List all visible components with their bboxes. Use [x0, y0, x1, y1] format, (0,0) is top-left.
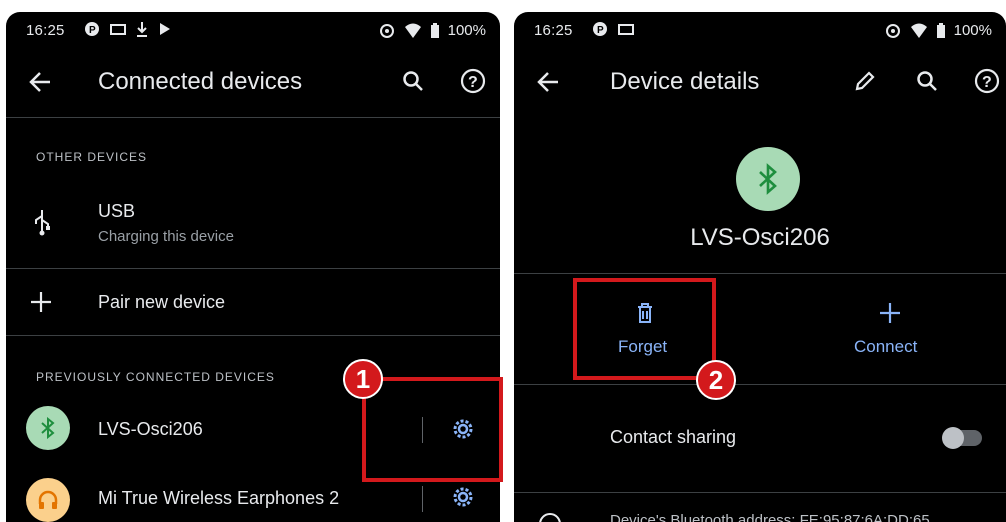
contact-sharing-toggle[interactable] [942, 427, 982, 449]
divider [514, 384, 1006, 385]
status-time: 16:25 [26, 22, 65, 39]
divider [6, 268, 500, 269]
help-icon[interactable]: ? [974, 68, 1000, 99]
app-bar: Device details ? [514, 52, 1006, 116]
connect-label: Connect [854, 337, 918, 356]
app-bar: Connected devices ? [6, 52, 500, 116]
notification-icons: P [84, 21, 172, 37]
svg-text:?: ? [468, 74, 478, 91]
usb-subtitle: Charging this device [98, 228, 234, 245]
cast-notification-icon [618, 24, 634, 35]
section-other-devices: OTHER DEVICES [36, 150, 148, 164]
svg-text:P: P [89, 25, 96, 36]
plus-icon [30, 291, 52, 318]
help-icon[interactable]: ? [460, 68, 486, 99]
divider [514, 492, 1006, 493]
highlight-box-settings [362, 377, 503, 482]
app-notification-icon: P [85, 22, 99, 36]
device-details-screen: 16:25 P 100% Device details ? LVS-Osci20… [514, 12, 1006, 522]
step-badge-1: 1 [343, 359, 383, 399]
battery-icon [936, 22, 945, 38]
divider [6, 335, 500, 336]
battery-icon [430, 22, 439, 38]
status-time: 16:25 [534, 22, 573, 39]
bluetooth-icon [736, 147, 800, 211]
page-title: Device details [610, 68, 760, 95]
device-name: LVS-Osci206 [98, 419, 203, 439]
contact-sharing-label: Contact sharing [610, 427, 737, 447]
usb-title: USB [98, 201, 136, 221]
search-icon[interactable] [916, 70, 938, 97]
divider [514, 273, 1006, 274]
step-badge-2: 2 [696, 360, 736, 400]
search-icon[interactable] [402, 70, 424, 97]
status-bar: 16:25 P 100% [514, 12, 1006, 48]
status-right: 100% [884, 22, 992, 39]
back-arrow-icon[interactable] [28, 64, 52, 101]
rotate-icon [885, 23, 900, 38]
status-bar: 16:25 P 100% [6, 12, 500, 48]
svg-text:?: ? [982, 74, 992, 91]
headphones-icon [26, 478, 70, 522]
divider [6, 117, 500, 118]
section-previously-connected: PREVIOUSLY CONNECTED DEVICES [36, 370, 275, 384]
back-arrow-icon[interactable] [536, 64, 560, 101]
wifi-icon [910, 23, 927, 38]
play-notification-icon [160, 23, 170, 35]
vertical-separator [422, 486, 423, 512]
device-name: Mi True Wireless Earphones 2 [98, 488, 340, 508]
cast-notification-icon [110, 24, 126, 35]
app-notification-icon: P [593, 22, 607, 36]
edit-pencil-icon[interactable] [854, 70, 876, 97]
pair-new-device-label: Pair new device [98, 292, 226, 312]
battery-percent: 100% [447, 22, 486, 39]
bluetooth-address-text: Device's Bluetooth address: FE:95:87:6A:… [610, 512, 930, 522]
settings-gear-icon[interactable] [450, 484, 476, 515]
page-title: Connected devices [98, 68, 303, 95]
usb-icon [32, 208, 52, 241]
notification-icons: P [592, 21, 634, 37]
rotate-icon [379, 23, 394, 38]
highlight-box-forget [573, 278, 716, 380]
device-name-heading: LVS-Osci206 [690, 224, 830, 251]
info-icon [538, 512, 562, 522]
wifi-icon [404, 23, 421, 38]
svg-text:P: P [597, 25, 604, 36]
bluetooth-icon [26, 406, 70, 450]
plus-icon [879, 302, 901, 329]
download-notification-icon [137, 22, 147, 37]
status-right: 100% [378, 22, 486, 39]
battery-percent: 100% [953, 22, 992, 39]
